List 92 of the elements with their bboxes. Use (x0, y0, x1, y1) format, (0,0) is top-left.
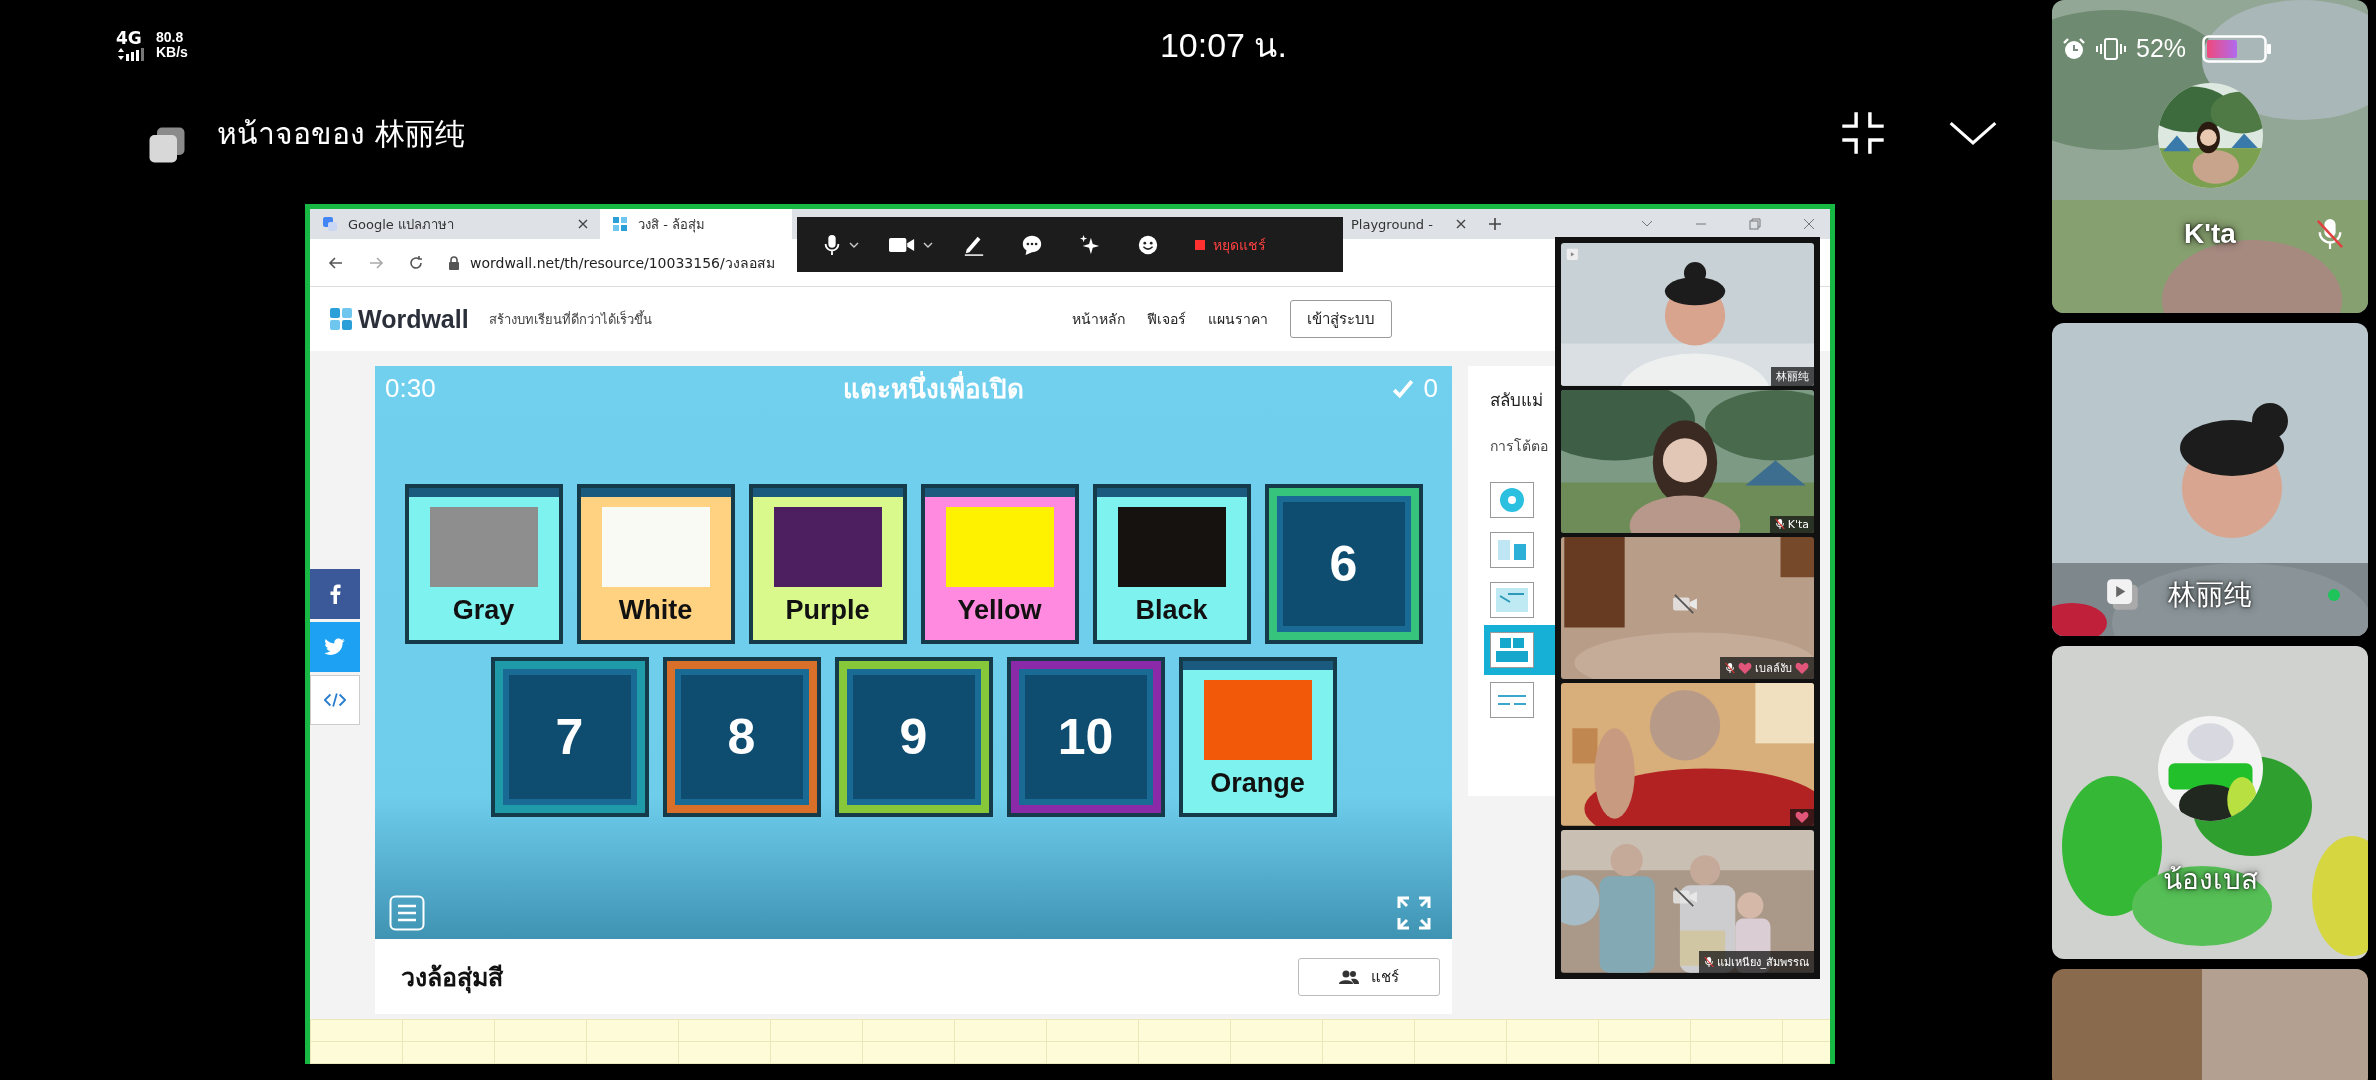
twitter-button[interactable] (310, 622, 360, 672)
new-tab-icon[interactable] (1488, 217, 1502, 231)
battery-icon (2202, 34, 2273, 63)
participant-name: เบลล์งับ (1755, 661, 1792, 678)
numbered-box[interactable]: 8 (662, 657, 821, 817)
check-icon (1391, 377, 1414, 400)
facebook-icon (329, 583, 341, 605)
muted-mic-icon (1725, 662, 1735, 675)
muted-mic-icon (2316, 217, 2344, 251)
numbered-box[interactable]: 6 (1264, 484, 1423, 644)
back-icon[interactable] (328, 254, 344, 271)
heart-icon (1738, 661, 1752, 675)
game-prompt: แตะหนึ่งเพื่อเปิด (803, 368, 1025, 409)
muted-mic-icon (1703, 956, 1714, 968)
participant-name: แม่เหนียง_สัมพรรณ (1716, 955, 1809, 971)
browser-tab[interactable]: วงสิ - ล้อสุ่ม (600, 209, 792, 239)
numbered-box[interactable]: 9 (834, 657, 993, 817)
color-card[interactable]: Purple (748, 484, 907, 644)
login-button[interactable]: เข้าสู่ระบบ (1289, 300, 1392, 338)
stop-icon (1195, 239, 1205, 250)
numbered-box[interactable]: 7 (490, 657, 649, 817)
text-template-icon (1490, 682, 1534, 718)
reload-icon[interactable] (408, 254, 424, 271)
heart-icon (1795, 811, 1809, 825)
camera-off-icon (1671, 886, 1699, 909)
participant-name: น้องเบส (2162, 863, 2258, 897)
template-item[interactable] (1484, 625, 1556, 675)
facebook-button[interactable] (310, 569, 360, 619)
chevron-down-icon[interactable] (1948, 120, 1998, 146)
color-card[interactable]: Yellow (920, 484, 1079, 644)
people-icon (1339, 969, 1359, 984)
timer: 0:30 (385, 373, 436, 404)
embed-button[interactable] (310, 675, 360, 725)
wordwall-logo-icon (612, 216, 628, 232)
chat-icon[interactable] (1021, 233, 1043, 256)
url-text[interactable]: wordwall.net/th/resource/10033156/วงลอสม (470, 251, 775, 274)
camera-off-icon (1671, 592, 1699, 615)
nav-link[interactable]: แผนราคา (1207, 308, 1268, 330)
boxes-template-icon (1490, 632, 1534, 668)
share-screen-icon (2106, 578, 2140, 612)
heart-icon (1795, 661, 1809, 675)
muted-mic-icon (1774, 518, 1785, 531)
color-card[interactable]: Gray (404, 484, 563, 644)
vibrate-icon (2096, 36, 2126, 61)
close-icon[interactable] (1456, 219, 1466, 229)
participant-name: 林丽纯 (2168, 578, 2252, 612)
lock-icon (448, 255, 460, 270)
share-screen-icon (1566, 248, 1580, 262)
signal-icon (116, 47, 146, 61)
close-icon[interactable] (1802, 217, 1816, 231)
share-title: หน้าจอของ 林丽纯 (217, 114, 465, 153)
speed-unit: KB/s (156, 45, 188, 60)
collapse-icon[interactable] (1840, 110, 1886, 156)
translate-icon (322, 216, 338, 232)
browser-tab[interactable]: Google แปลภาษา (310, 209, 600, 239)
screen-share-icon (147, 125, 187, 165)
stop-sharing-button[interactable]: หยุดแชร์ (1195, 233, 1266, 256)
sparkle-icon[interactable] (1079, 233, 1101, 256)
activity-title: วงล้อสุ่มสี (401, 961, 503, 996)
participant-name: K'ta (2184, 218, 2236, 250)
numbered-box[interactable]: 10 (1006, 657, 1165, 817)
code-icon (324, 692, 346, 708)
menu-icon[interactable] (389, 895, 425, 931)
color-card[interactable]: Orange (1178, 657, 1337, 817)
wordwall-logo-icon (330, 308, 352, 330)
speed-value: 80.8 (156, 30, 185, 45)
fullscreen-icon[interactable] (1396, 895, 1432, 931)
battery-percent: 52% (2136, 34, 2187, 63)
caret-icon[interactable] (849, 241, 859, 248)
cards-template-icon (1490, 532, 1534, 568)
participant-name: K'ta (1787, 517, 1809, 531)
bird-icon (324, 638, 346, 656)
clock: 10:07 น. (1159, 25, 1287, 66)
nav-link[interactable]: ฟีเจอร์ (1146, 308, 1186, 330)
score: 0 (1423, 373, 1438, 404)
smiley-icon[interactable] (1137, 233, 1159, 256)
close-icon[interactable] (578, 219, 588, 229)
browser-tab[interactable]: Playground - (1345, 209, 1470, 239)
share-button[interactable]: แชร์ (1298, 957, 1440, 996)
panel-subtitle: การโต้ตอ (1490, 437, 1549, 456)
panel-title: สลับแม่ (1490, 389, 1544, 412)
alarm-icon (2062, 36, 2086, 61)
nav-link[interactable]: หน้าหลัก (1071, 308, 1125, 330)
caret-icon[interactable] (923, 241, 933, 248)
tagline: สร้างบทเรียนที่ดีกว่าได้เร็วขึ้น (488, 309, 652, 329)
quiz-template-icon (1490, 582, 1534, 618)
network-type: 4G (116, 29, 143, 47)
participant-name: 林丽纯 (1776, 368, 1809, 384)
wheel-template-icon (1490, 482, 1534, 518)
site-logo[interactable]: Wordwall (358, 304, 469, 334)
color-card[interactable]: Black (1092, 484, 1251, 644)
color-card[interactable]: White (576, 484, 735, 644)
